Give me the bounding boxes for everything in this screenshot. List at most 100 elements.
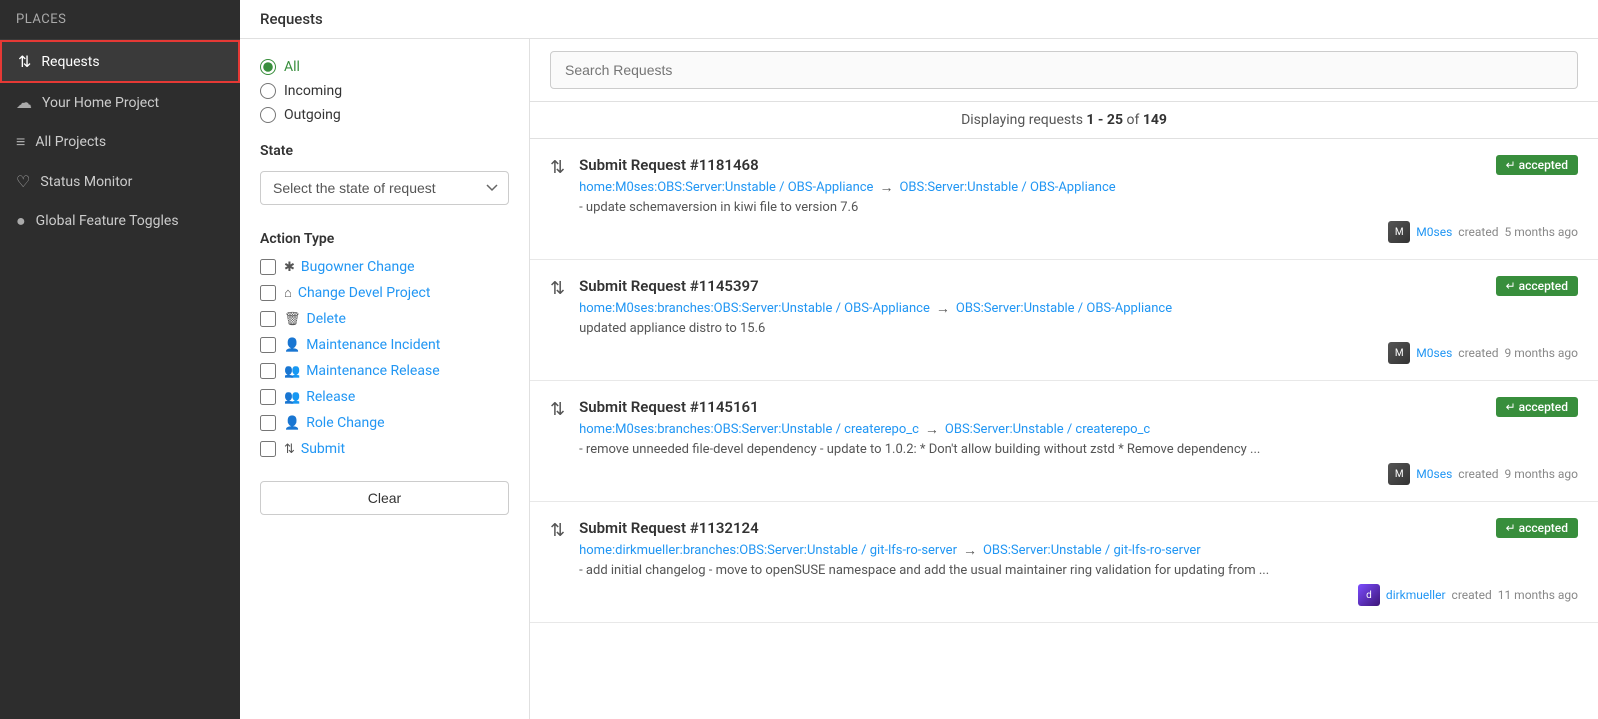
maintenance-incident-icon: 👤 [284, 338, 300, 353]
request-title-row: Submit Request #1145161 accepted [579, 397, 1578, 417]
home-project-icon: ☁ [16, 93, 32, 112]
delete-icon: 🗑 [284, 312, 301, 327]
request-item-1181468[interactable]: ⇅ Submit Request #1181468 accepted home:… [530, 139, 1598, 260]
display-prefix: Displaying requests [961, 112, 1086, 128]
checkbox-delete[interactable]: 🗑 Delete [260, 311, 509, 327]
request-title: Submit Request #1145161 [579, 398, 759, 416]
sidebar-item-requests[interactable]: ⇅ Requests [0, 40, 240, 83]
request-meta: d dirkmueller created 11 months ago [579, 584, 1578, 606]
time-label: created [1458, 225, 1498, 239]
sidebar-item-global-feature-toggles[interactable]: ● Global Feature Toggles [0, 201, 240, 241]
sidebar: Places ⇅ Requests ☁ Your Home Project ≡ … [0, 0, 240, 719]
radio-all[interactable]: All [260, 59, 509, 75]
accepted-badge: accepted [1496, 276, 1578, 296]
sidebar-item-label: Requests [41, 54, 99, 70]
sidebar-item-label: All Projects [35, 134, 106, 150]
avatar: M [1388, 342, 1410, 364]
radio-incoming-label: Incoming [284, 83, 342, 99]
creator-name: M0ses [1416, 225, 1452, 239]
checkbox-bugowner-change[interactable]: ✱ Bugowner Change [260, 259, 509, 275]
arrow-icon: → [963, 542, 977, 559]
checkbox-delete-label: 🗑 Delete [284, 311, 346, 327]
main-content: Requests All Incoming Outgoing St [240, 0, 1598, 719]
state-section-title: State [260, 143, 509, 159]
time-ago: 9 months ago [1504, 467, 1578, 481]
request-meta: M M0ses created 5 months ago [579, 221, 1578, 243]
request-title-row: Submit Request #1181468 accepted [579, 155, 1578, 175]
checkbox-change-devel-project[interactable]: ⌂ Change Devel Project [260, 285, 509, 301]
all-projects-icon: ≡ [16, 132, 25, 152]
time-ago: 5 months ago [1504, 225, 1578, 239]
sidebar-item-all-projects[interactable]: ≡ All Projects [0, 122, 240, 162]
radio-all-label: All [284, 59, 300, 75]
request-meta: M M0ses created 9 months ago [579, 342, 1578, 364]
request-source: home:M0ses:OBS:Server:Unstable / OBS-App… [579, 180, 873, 195]
avatar: d [1358, 584, 1380, 606]
checkbox-maintenance-release[interactable]: 👥 Maintenance Release [260, 363, 509, 379]
time-ago: 11 months ago [1498, 588, 1578, 602]
content-area: All Incoming Outgoing State Select the s… [240, 39, 1598, 719]
accepted-badge: accepted [1496, 397, 1578, 417]
request-target: OBS:Server:Unstable / OBS-Appliance [899, 180, 1115, 195]
arrow-icon: → [936, 300, 950, 317]
request-submit-icon: ⇅ [550, 399, 565, 420]
checkbox-maintenance-incident[interactable]: 👤 Maintenance Incident [260, 337, 509, 353]
search-input[interactable] [550, 51, 1578, 89]
request-item-1145161[interactable]: ⇅ Submit Request #1145161 accepted home:… [530, 381, 1598, 502]
request-title: Submit Request #1145397 [579, 277, 759, 295]
sidebar-item-home-project[interactable]: ☁ Your Home Project [0, 83, 240, 122]
main-header: Requests [240, 0, 1598, 39]
radio-incoming[interactable]: Incoming [260, 83, 509, 99]
avatar: M [1388, 221, 1410, 243]
request-target: OBS:Server:Unstable / git-lfs-ro-server [983, 543, 1201, 558]
sidebar-item-status-monitor[interactable]: ♡ Status Monitor [0, 162, 240, 201]
display-range: 1 - 25 [1086, 112, 1123, 128]
request-desc: - add initial changelog - move to openSU… [579, 563, 1578, 578]
change-devel-project-icon: ⌂ [284, 285, 292, 301]
requests-panel: Displaying requests 1 - 25 of 149 ⇅ Subm… [530, 39, 1598, 719]
sidebar-item-label: Your Home Project [42, 95, 159, 111]
filter-panel: All Incoming Outgoing State Select the s… [240, 39, 530, 719]
arrow-icon: → [879, 179, 893, 196]
maintenance-release-icon: 👥 [284, 364, 300, 379]
state-select[interactable]: Select the state of request new review a… [260, 171, 509, 205]
direction-filter: All Incoming Outgoing [260, 59, 509, 123]
radio-outgoing-label: Outgoing [284, 107, 341, 123]
request-desc: - update schemaversion in kiwi file to v… [579, 200, 1578, 215]
request-item-1145397[interactable]: ⇅ Submit Request #1145397 accepted home:… [530, 260, 1598, 381]
request-submit-icon: ⇅ [550, 157, 565, 178]
checkbox-submit[interactable]: ⇅ Submit [260, 441, 509, 457]
display-info: Displaying requests 1 - 25 of 149 [530, 102, 1598, 139]
checkbox-role-change[interactable]: 👤 Role Change [260, 415, 509, 431]
request-content-1145161: Submit Request #1145161 accepted home:M0… [579, 397, 1578, 485]
time-label: created [1458, 346, 1498, 360]
time-ago: 9 months ago [1504, 346, 1578, 360]
request-route: home:M0ses:branches:OBS:Server:Unstable … [579, 300, 1578, 317]
checkbox-release[interactable]: 👥 Release [260, 389, 509, 405]
creator-name: M0ses [1416, 467, 1452, 481]
release-icon: 👥 [284, 390, 300, 405]
request-source: home:M0ses:branches:OBS:Server:Unstable … [579, 301, 930, 316]
checkbox-submit-label: ⇅ Submit [284, 441, 345, 457]
role-change-icon: 👤 [284, 416, 300, 431]
request-content-1181468: Submit Request #1181468 accepted home:M0… [579, 155, 1578, 243]
clear-button[interactable]: Clear [260, 481, 509, 515]
sidebar-header: Places [0, 0, 240, 40]
checkbox-bugowner-label: ✱ Bugowner Change [284, 259, 415, 275]
checkbox-maint-rel-label: 👥 Maintenance Release [284, 363, 440, 379]
request-title: Submit Request #1181468 [579, 156, 759, 174]
arrow-icon: → [925, 421, 939, 438]
checkbox-maint-inc-label: 👤 Maintenance Incident [284, 337, 440, 353]
bugowner-change-icon: ✱ [284, 260, 295, 275]
request-item-1132124[interactable]: ⇅ Submit Request #1132124 accepted home:… [530, 502, 1598, 623]
radio-outgoing[interactable]: Outgoing [260, 107, 509, 123]
sidebar-item-label: Global Feature Toggles [36, 213, 179, 229]
time-label: created [1458, 467, 1498, 481]
accepted-badge: accepted [1496, 518, 1578, 538]
display-total: 149 [1143, 112, 1167, 128]
request-route: home:M0ses:OBS:Server:Unstable / OBS-App… [579, 179, 1578, 196]
status-monitor-icon: ♡ [16, 172, 30, 191]
action-type-section-title: Action Type [260, 231, 509, 247]
request-source: home:M0ses:branches:OBS:Server:Unstable … [579, 422, 919, 437]
request-desc: - remove unneeded file-devel dependency … [579, 442, 1578, 457]
